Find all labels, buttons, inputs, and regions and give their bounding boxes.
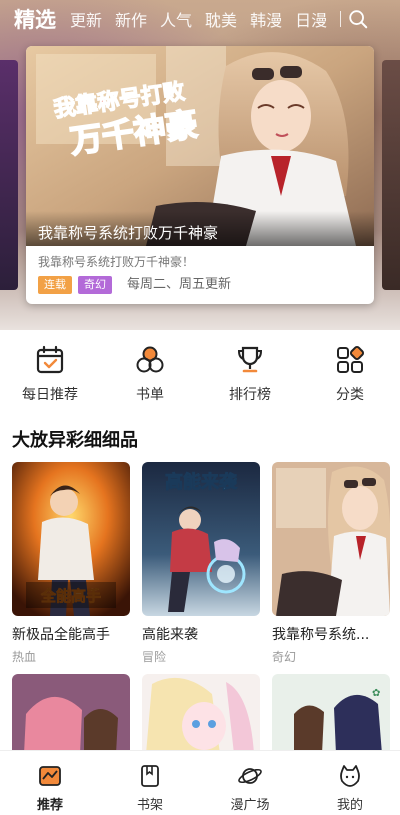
bottom-nav-label: 我的 — [336, 798, 363, 813]
comic-cover: 全能高手 — [12, 462, 130, 616]
quick-nav: 每日推荐 书单 排行榜 分类 — [0, 340, 400, 410]
search-icon[interactable] — [347, 8, 369, 30]
comic-card[interactable]: 我靠称号系统... 奇幻 — [272, 462, 390, 665]
bottom-nav-label: 漫广场 — [230, 798, 270, 813]
quick-nav-label: 书单 — [136, 387, 164, 403]
trophy-icon — [237, 346, 263, 373]
comic-title: 我靠称号系统... — [272, 627, 370, 643]
quick-nav-label: 排行榜 — [229, 387, 271, 403]
banner-peek-right[interactable] — [382, 60, 400, 290]
cover-title-text: 全能高手 — [40, 587, 101, 605]
recommend-icon — [39, 766, 61, 786]
tab-new[interactable]: 新作 — [115, 7, 147, 31]
category-grid-icon — [337, 345, 365, 373]
quick-nav-label: 每日推荐 — [22, 387, 78, 403]
comic-card[interactable]: 高能来袭 高能来袭 冒险 — [142, 462, 260, 665]
bottom-nav-label: 推荐 — [36, 798, 63, 813]
three-circles-icon — [136, 346, 164, 373]
update-schedule: 每周二、周五更新 — [127, 277, 232, 292]
comic-genre: 热血 — [12, 650, 37, 664]
comic-card[interactable]: 全能高手 新极品全能高手 热血 — [12, 462, 130, 665]
bottom-nav-plaza[interactable]: 漫广场 — [200, 751, 300, 815]
calendar-check-icon — [36, 345, 64, 374]
quick-nav-ranking[interactable]: 排行榜 — [200, 340, 300, 410]
comic-cover: 高能来袭 — [142, 462, 260, 616]
cover-watermark: ✿ — [372, 688, 380, 699]
tab-korean[interactable]: 韩漫 — [250, 7, 282, 31]
featured-banner[interactable]: 我靠称号打败 万千神豪 我靠称号系统打败万千神豪 我靠称号系统打败万千神豪！ 连… — [26, 46, 374, 304]
bottom-nav-bookshelf[interactable]: 书架 — [100, 751, 200, 815]
section-title: 大放异彩细细品 — [12, 430, 138, 451]
bottom-nav: 推荐 书架 漫广场 我的 — [0, 750, 400, 815]
comic-cover — [272, 462, 390, 616]
quick-nav-label: 分类 — [336, 387, 364, 403]
tag-serial-badge: 连载 — [38, 276, 72, 294]
comic-title: 高能来袭 — [142, 627, 198, 643]
tab-featured[interactable]: 精选 — [14, 4, 56, 34]
banner-peek-left[interactable] — [0, 60, 18, 290]
tab-japanese[interactable]: 日漫 — [295, 7, 327, 31]
comic-title: 新极品全能高手 — [12, 627, 110, 643]
banner-subtitle: 我靠称号系统打败万千神豪！ — [38, 255, 195, 269]
bottom-nav-profile[interactable]: 我的 — [300, 751, 400, 815]
banner-caption: 我靠称号系统打败万千神豪 — [38, 224, 219, 242]
comic-genre: 奇幻 — [272, 650, 297, 664]
tab-bl[interactable]: 耽美 — [205, 7, 237, 31]
quick-nav-daily-recommend[interactable]: 每日推荐 — [0, 340, 100, 410]
bookshelf-icon — [141, 765, 159, 787]
tab-divider — [340, 11, 342, 27]
comic-cover-partial[interactable] — [12, 674, 130, 754]
planet-icon — [238, 768, 262, 784]
cover-title-text: 高能来袭 — [165, 471, 238, 493]
bottom-nav-recommend[interactable]: 推荐 — [0, 751, 100, 815]
quick-nav-category[interactable]: 分类 — [300, 340, 400, 410]
quick-nav-book-list[interactable]: 书单 — [100, 340, 200, 410]
tab-popular[interactable]: 人气 — [160, 7, 192, 31]
comic-genre: 冒险 — [142, 650, 167, 664]
tab-updates[interactable]: 更新 — [70, 7, 102, 31]
comic-cover-partial[interactable]: ✿ — [272, 674, 390, 754]
profile-cat-icon — [340, 765, 360, 787]
bottom-nav-label: 书架 — [136, 798, 163, 813]
top-tab-bar: 精选 更新 新作 人气 耽美 韩漫 日漫 — [0, 0, 400, 38]
comic-cover-partial[interactable] — [142, 674, 260, 754]
tag-fantasy-badge: 奇幻 — [78, 276, 112, 294]
